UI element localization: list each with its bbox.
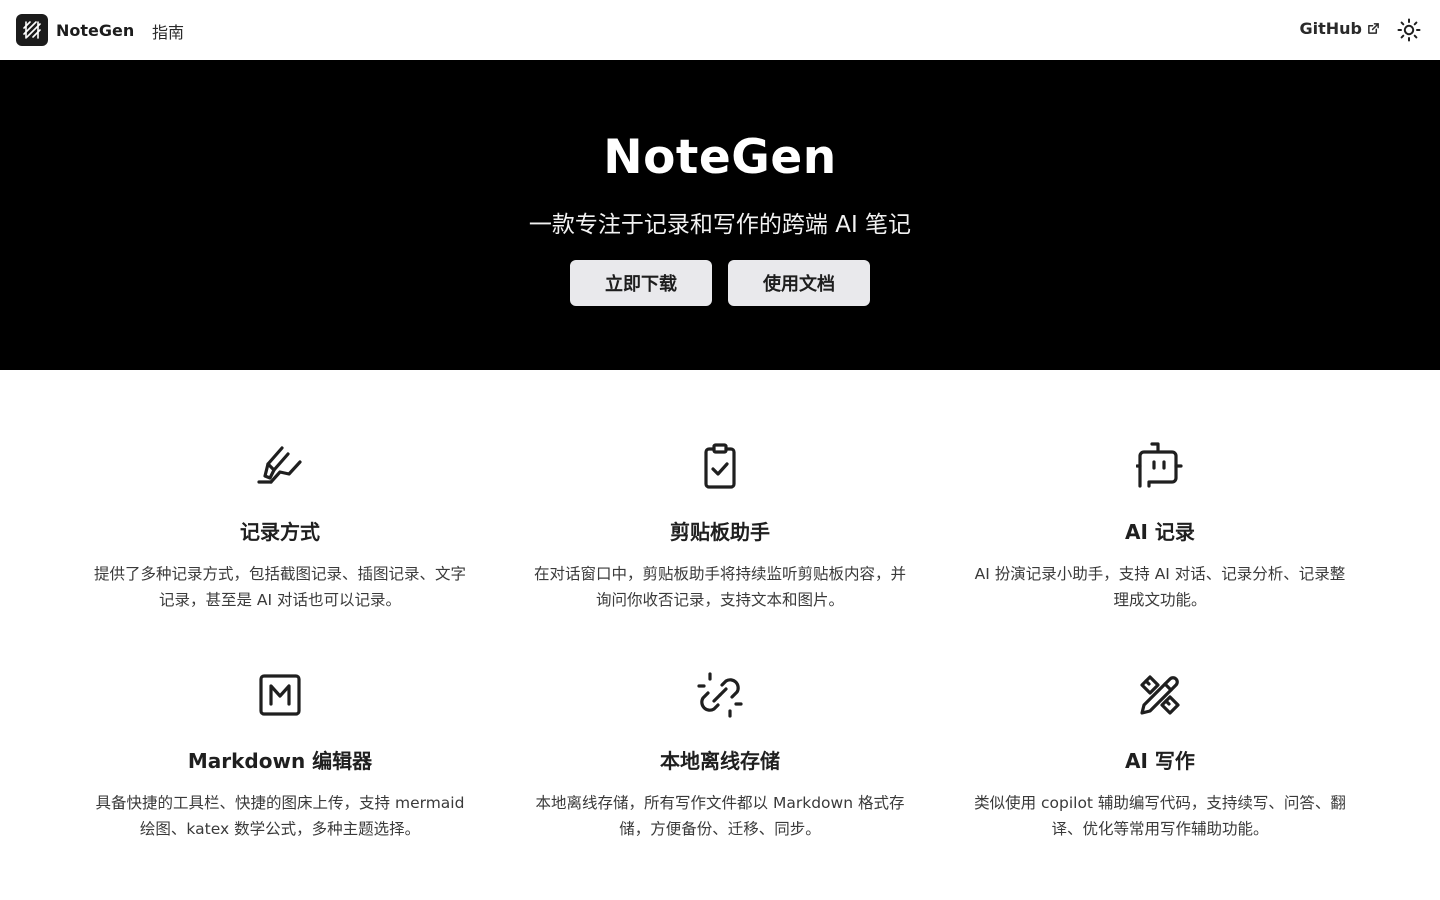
brand-name: NoteGen	[56, 20, 135, 40]
feature-description: 提供了多种记录方式，包括截图记录、插图记录、文字记录，甚至是 AI 对话也可以记…	[93, 565, 466, 609]
feature-description: 在对话窗口中，剪贴板助手将持续监听剪贴板内容，并询问你收否记录，支持文本和图片。	[533, 565, 906, 609]
theme-toggle-button[interactable]	[1396, 17, 1422, 43]
feature-card-ai-record: AI 记录 AI 扮演记录小助手，支持 AI 对话、记录分析、记录整理成文功能。	[940, 442, 1380, 613]
feature-description: 具备快捷的工具栏、快捷的图床上传，支持 mermaid 绘图、katex 数学公…	[95, 794, 465, 838]
pencil-ruler-icon	[1140, 675, 1180, 715]
feature-title: 记录方式	[240, 520, 320, 544]
bot-icon	[1135, 442, 1183, 488]
feature-card-record-methods: 记录方式 提供了多种记录方式，包括截图记录、插图记录、文字记录，甚至是 AI 对…	[60, 442, 500, 613]
feature-title: Markdown 编辑器	[187, 749, 373, 773]
download-button[interactable]: 立即下载	[570, 260, 712, 306]
feature-title: 本地离线存储	[660, 749, 780, 773]
hero-subtitle: 一款专注于记录和写作的跨端 AI 笔记	[528, 212, 912, 238]
hero-section: NoteGen 一款专注于记录和写作的跨端 AI 笔记 立即下载 使用文档	[0, 60, 1440, 370]
feature-title: AI 记录	[1125, 520, 1195, 544]
top-nav-bar: NoteGen 指南 GitHub	[0, 0, 1440, 60]
feature-title: AI 写作	[1125, 749, 1195, 773]
markdown-icon	[259, 674, 301, 716]
docs-button[interactable]: 使用文档	[728, 260, 870, 306]
clipboard-check-icon	[704, 443, 736, 489]
highlighter-icon	[257, 446, 302, 484]
unlink-icon	[697, 672, 743, 718]
feature-card-clipboard: 剪贴板助手 在对话窗口中，剪贴板助手将持续监听剪贴板内容，并询问你收否记录，支持…	[500, 442, 940, 613]
feature-description: 本地离线存储，所有写作文件都以 Markdown 格式存储，方便备份、迁移、同步…	[535, 794, 905, 838]
brand-link[interactable]: NoteGen	[16, 14, 134, 46]
sun-icon	[1397, 18, 1421, 42]
feature-title: 剪贴板助手	[670, 520, 770, 544]
feature-card-ai-writing: AI 写作 类似使用 copilot 辅助编写代码，支持续写、问答、翻译、优化等…	[940, 671, 1380, 842]
feature-card-offline-storage: 本地离线存储 本地离线存储，所有写作文件都以 Markdown 格式存储，方便备…	[500, 671, 940, 842]
external-link-icon	[1368, 23, 1379, 34]
nav-link-guide[interactable]: 指南	[152, 19, 184, 43]
feature-card-markdown-editor: Markdown 编辑器 具备快捷的工具栏、快捷的图床上传，支持 mermaid…	[60, 671, 500, 842]
github-label: GitHub	[1299, 19, 1363, 38]
hero-title: NoteGen	[603, 130, 837, 185]
github-link[interactable]: GitHub	[1300, 19, 1381, 38]
feature-description: 类似使用 copilot 辅助编写代码，支持续写、问答、翻译、优化等常用写作辅助…	[974, 794, 1346, 838]
feature-description: AI 扮演记录小助手，支持 AI 对话、记录分析、记录整理成文功能。	[974, 565, 1346, 609]
notegen-logo-icon	[16, 14, 48, 46]
